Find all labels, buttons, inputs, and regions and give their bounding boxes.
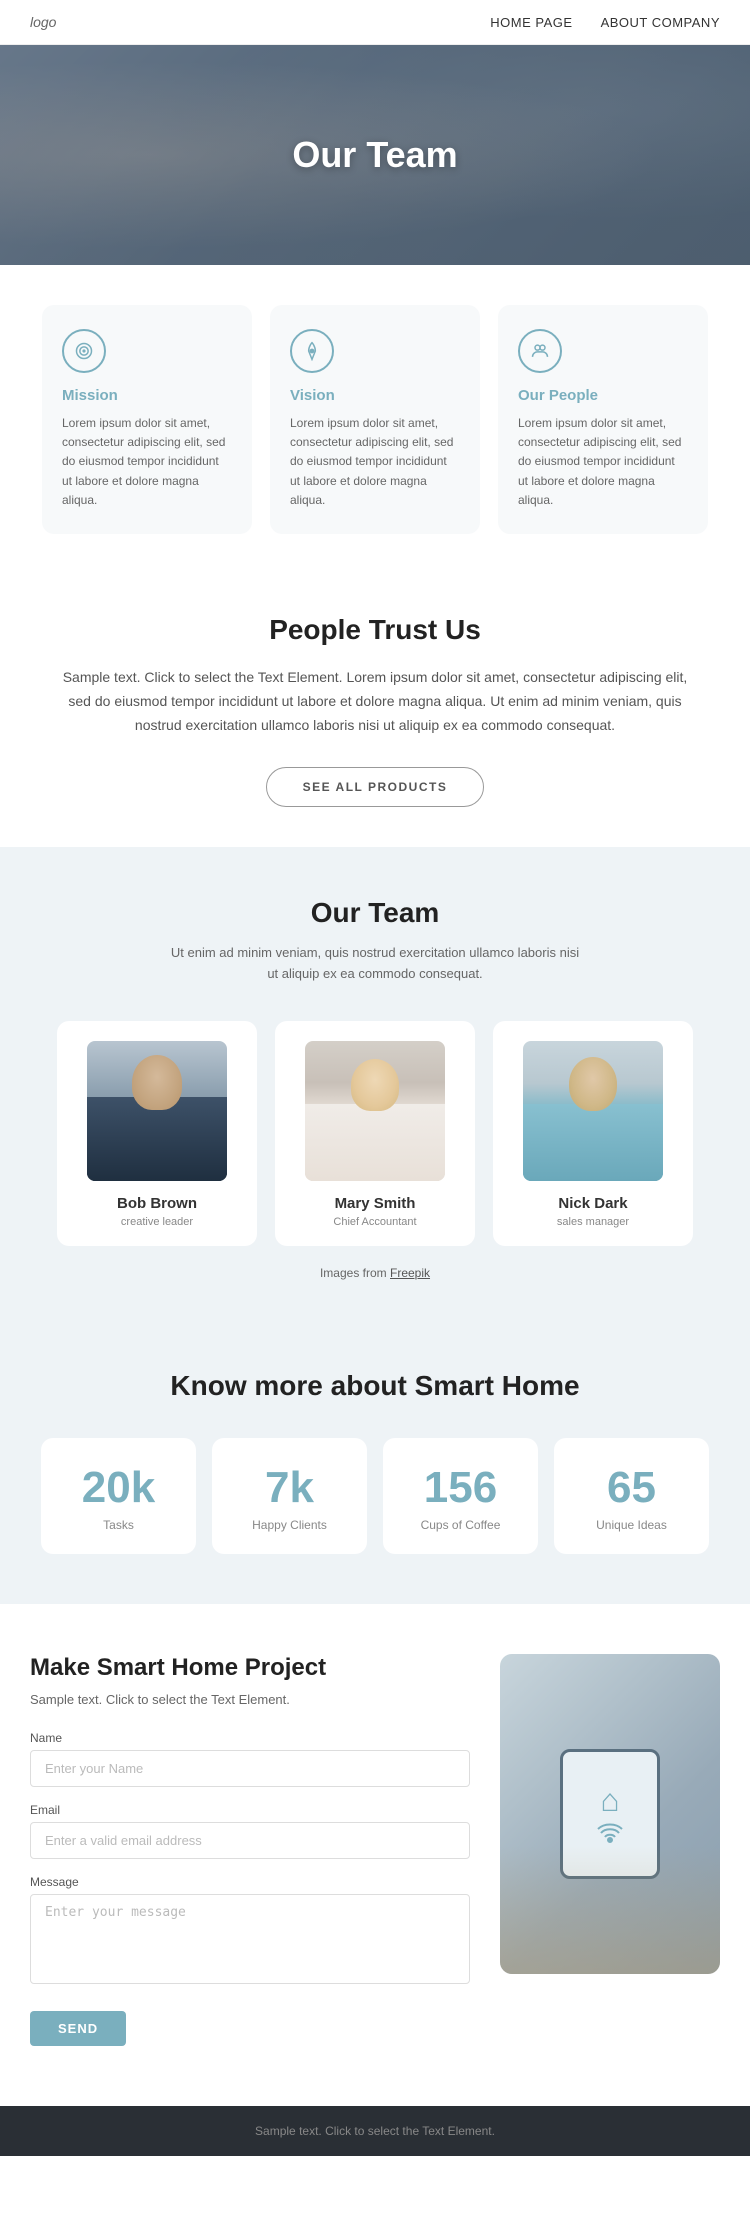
email-input[interactable] (30, 1822, 470, 1859)
bob-role: creative leader (73, 1216, 241, 1228)
stat-clients: 7k Happy Clients (212, 1438, 367, 1554)
message-input[interactable] (30, 1894, 470, 1984)
team-subtitle: Ut enim ad minim veniam, quis nostrud ex… (165, 943, 585, 985)
nick-photo (523, 1041, 663, 1181)
target-icon (62, 329, 106, 373)
team-section: Our Team Ut enim ad minim veniam, quis n… (0, 847, 750, 1320)
wifi-icon (596, 1823, 624, 1846)
team-card-mary: Mary Smith Chief Accountant (275, 1021, 475, 1246)
nav-about[interactable]: ABOUT COMPANY (601, 15, 720, 30)
stat-coffee: 156 Cups of Coffee (383, 1438, 538, 1554)
team-heading: Our Team (30, 897, 720, 929)
mary-role: Chief Accountant (291, 1216, 459, 1228)
trust-body: Sample text. Click to select the Text El… (60, 666, 690, 737)
logo: logo (30, 14, 56, 30)
contact-image (500, 1654, 720, 1974)
stat-tasks-label: Tasks (57, 1518, 180, 1532)
contact-form: Name Email Message SEND (30, 1731, 470, 2046)
stats-section: Know more about Smart Home 20k Tasks 7k … (0, 1320, 750, 1604)
name-label: Name (30, 1731, 470, 1745)
footer: Sample text. Click to select the Text El… (0, 2106, 750, 2156)
mission-title: Mission (62, 387, 232, 404)
team-card-bob: Bob Brown creative leader (57, 1021, 257, 1246)
smart-home-visual (500, 1654, 720, 1974)
email-group: Email (30, 1803, 470, 1859)
email-label: Email (30, 1803, 470, 1817)
card-vision: Vision Lorem ipsum dolor sit amet, conse… (270, 305, 480, 534)
stat-ideas-number: 65 (570, 1466, 693, 1510)
stat-ideas-label: Unique Ideas (570, 1518, 693, 1532)
stat-coffee-label: Cups of Coffee (399, 1518, 522, 1532)
nick-role: sales manager (509, 1216, 677, 1228)
team-cards: Bob Brown creative leader Mary Smith Chi… (30, 1021, 720, 1246)
tablet-mockup (560, 1749, 660, 1879)
name-input[interactable] (30, 1750, 470, 1787)
people-text: Lorem ipsum dolor sit amet, consectetur … (518, 414, 688, 510)
stat-tasks-number: 20k (57, 1466, 180, 1510)
bob-name: Bob Brown (73, 1195, 241, 1212)
team-card-nick: Nick Dark sales manager (493, 1021, 693, 1246)
rocket-icon (290, 329, 334, 373)
trust-heading: People Trust Us (60, 614, 690, 646)
stat-coffee-number: 156 (399, 1466, 522, 1510)
contact-heading: Make Smart Home Project (30, 1654, 470, 1682)
cards-section: Mission Lorem ipsum dolor sit amet, cons… (0, 265, 750, 564)
vision-text: Lorem ipsum dolor sit amet, consectetur … (290, 414, 460, 510)
vision-title: Vision (290, 387, 460, 404)
contact-form-area: Make Smart Home Project Sample text. Cli… (30, 1654, 470, 2046)
mary-name: Mary Smith (291, 1195, 459, 1212)
stats-heading: Know more about Smart Home (30, 1370, 720, 1402)
stat-clients-label: Happy Clients (228, 1518, 351, 1532)
message-group: Message (30, 1875, 470, 1989)
stat-clients-number: 7k (228, 1466, 351, 1510)
message-label: Message (30, 1875, 470, 1889)
freepik-link[interactable]: Freepik (390, 1266, 430, 1280)
nick-name: Nick Dark (509, 1195, 677, 1212)
card-mission: Mission Lorem ipsum dolor sit amet, cons… (42, 305, 252, 534)
people-title: Our People (518, 387, 688, 404)
navigation: logo HOME PAGE ABOUT COMPANY (0, 0, 750, 45)
card-people: Our People Lorem ipsum dolor sit amet, c… (498, 305, 708, 534)
nav-links: HOME PAGE ABOUT COMPANY (490, 15, 720, 30)
send-button[interactable]: SEND (30, 2011, 126, 2046)
bob-photo (87, 1041, 227, 1181)
stat-ideas: 65 Unique Ideas (554, 1438, 709, 1554)
mary-photo (305, 1041, 445, 1181)
trust-section: People Trust Us Sample text. Click to se… (0, 564, 750, 847)
footer-text: Sample text. Click to select the Text El… (30, 2124, 720, 2138)
stat-tasks: 20k Tasks (41, 1438, 196, 1554)
hero-title: Our Team (292, 134, 457, 176)
see-all-button[interactable]: SEE ALL PRODUCTS (266, 767, 485, 807)
hero-section: Our Team (0, 45, 750, 265)
nav-home[interactable]: HOME PAGE (490, 15, 572, 30)
freepik-note: Images from Freepik (30, 1266, 720, 1280)
people-icon (518, 329, 562, 373)
name-group: Name (30, 1731, 470, 1787)
stats-grid: 20k Tasks 7k Happy Clients 156 Cups of C… (30, 1438, 720, 1554)
contact-section: Make Smart Home Project Sample text. Cli… (0, 1604, 750, 2106)
contact-subtitle: Sample text. Click to select the Text El… (30, 1692, 470, 1707)
mission-text: Lorem ipsum dolor sit amet, consectetur … (62, 414, 232, 510)
